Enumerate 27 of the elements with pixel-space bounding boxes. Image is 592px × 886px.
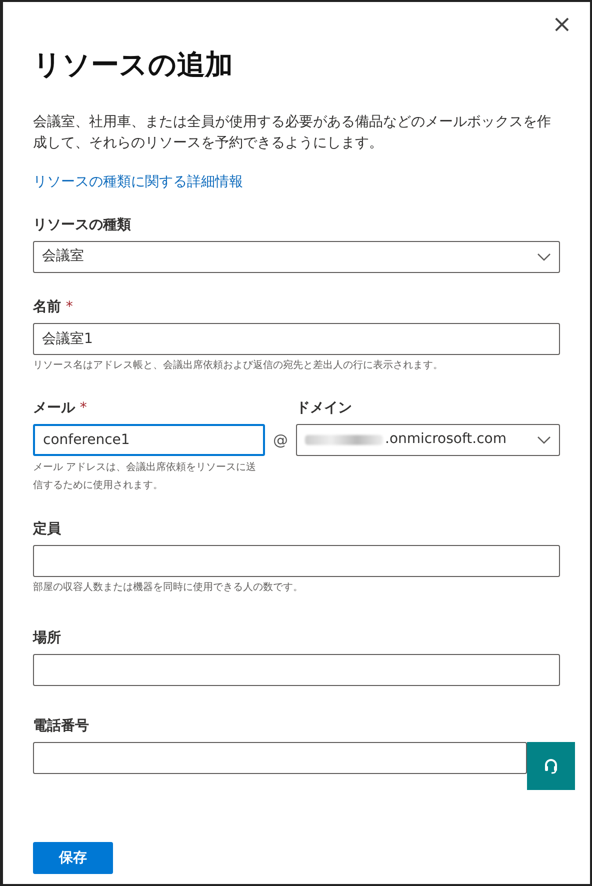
field-label: リソースの種類 [33,216,132,235]
field-label: 電話番号 [33,716,90,736]
save-button[interactable]: 保存 [33,842,113,874]
description-text: 会議室、社用車、または全員が使用する必要がある備品などのメールボックスを作成して、それらのリソースを予約できるようにします。 [33,112,552,153]
resource-type-dropdown[interactable]: 会議室 [33,240,560,273]
close-button[interactable]: × [548,10,576,38]
info-link[interactable]: リソースの種類に関する詳細情報 [33,172,243,193]
chevron-down-icon [537,252,551,261]
field-label: 場所 [33,628,62,648]
field-label: メール * [33,398,88,418]
field-label: ドメイン [296,398,353,418]
field-label: 定員 [33,520,62,539]
text-field[interactable]: 会議室1 [33,322,560,355]
hint-text: メール アドレスは、会議出席依頼をリソースに送信するために使用されます。 [33,460,258,493]
text-field[interactable] [33,742,527,774]
headset-icon [544,758,558,774]
text-field[interactable] [33,544,560,577]
help-button[interactable] [527,742,575,790]
field-label: 名前 * [33,298,74,317]
panel-title: リソースの追加 [33,48,234,82]
at-sign: @ [273,430,288,450]
hint-text: リソース名はアドレス帳と、会議出席依頼および返信の宛先と差出人の行に表示されます。 [33,358,444,373]
text-field[interactable] [33,654,560,686]
chevron-down-icon [537,436,551,444]
hint-text: 部屋の収容人数または機器を同時に使用できる人の数です。 [33,580,304,595]
email-field[interactable]: conference1 [33,424,265,456]
domain-dropdown[interactable]: .onmicrosoft.com [296,424,560,456]
